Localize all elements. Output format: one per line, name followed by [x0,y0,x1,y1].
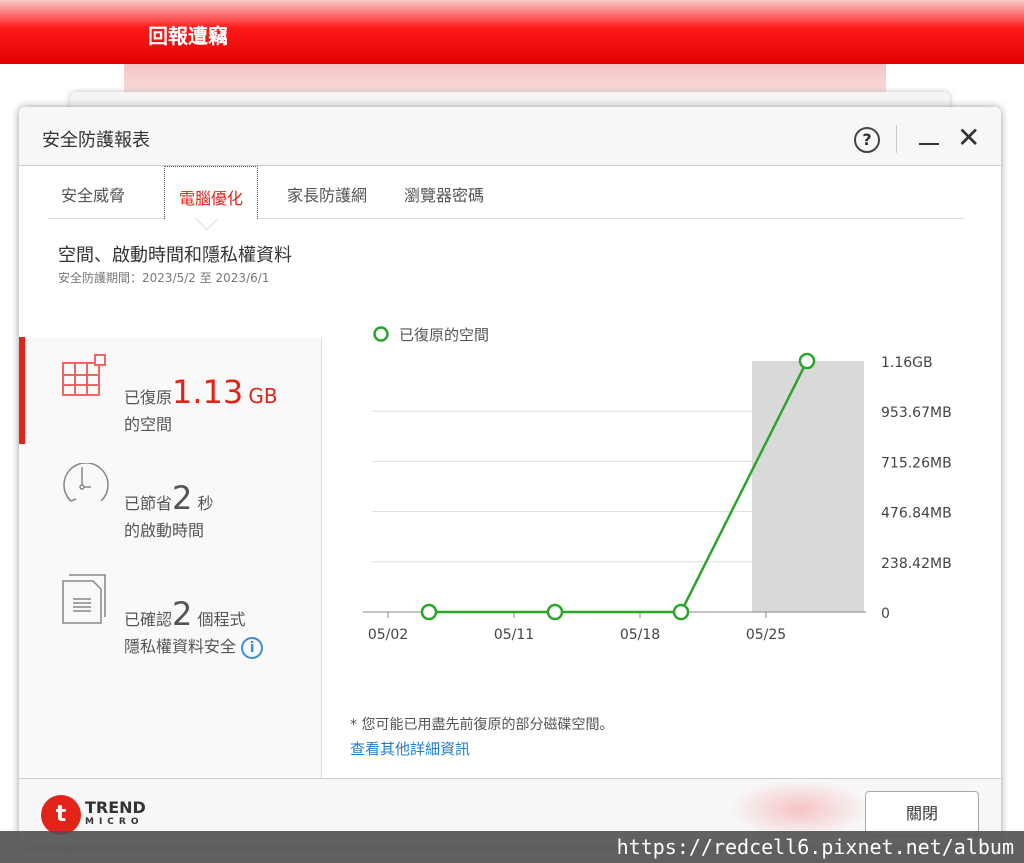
report-dialog: 安全防護報表 ? ✕ 安全威脅 電腦優化 家長防護網 瀏覽器密碼 空間、啟動時間… [19,107,1001,847]
y-tick-label: 1.16GB [881,355,933,371]
minimize-button[interactable] [919,143,939,145]
data-point [672,603,690,621]
privacy-value: 2 [172,595,193,633]
x-tick-label: 05/02 [368,627,408,643]
x-tick-label: 05/18 [620,627,660,643]
space-prefix: 已復原 [124,388,173,407]
period-text: 安全防護期間：2023/5/2 至 2023/6/1 [58,271,270,285]
tab-security-threats[interactable]: 安全威脅 [61,182,125,206]
y-tick-label: 238.42MB [881,556,952,572]
disk-note: * 您可能已用盡先前復原的部分磁碟空間。 [350,717,614,733]
data-point [798,352,816,370]
background-header: 回報遭竊 [0,0,1024,64]
clock-icon [63,463,109,502]
privacy-prefix: 已確認 [124,610,173,629]
x-tick-label: 05/11 [494,627,534,643]
tab-browser-passwords[interactable]: 瀏覽器密碼 [404,182,484,206]
summary-space[interactable]: 已復原1.13 GB 的空間 [19,345,319,455]
legend-marker [373,326,389,342]
tab-parental-controls[interactable]: 家長防護網 [287,182,367,206]
y-tick-label: 953.67MB [881,405,952,421]
footer-glow [729,779,869,839]
document-icon [62,574,106,624]
recovered-space-chart: 已復原的空間 0 238.42MB 476.84MB 715.26MB 953.67MB 1… [363,326,952,643]
space-line1: 已復原1.13 GB [124,373,278,411]
dialog-header: 安全防護報表 ? ✕ [19,107,1001,166]
space-value: 1.13 [172,373,244,411]
close-button[interactable]: 關閉 [865,791,979,836]
dialog-title: 安全防護報表 [42,130,150,151]
boot-prefix: 已節省 [124,494,173,513]
boot-line1: 已節省2 秒 [124,479,213,517]
boot-unit: 秒 [197,494,214,513]
summary-boot-time[interactable]: 已節省2 秒 的啟動時間 [19,455,319,565]
background-title: 回報遭竊 [148,24,228,48]
legend-label: 已復原的空間 [399,326,489,344]
space-line2: 的空間 [124,415,173,434]
privacy-text: 隱私權資料安全 [124,637,237,656]
data-point [546,603,564,621]
series-line [429,360,809,614]
privacy-unit: 個程式 [197,610,246,629]
watermark: https://redcell6.pixnet.net/album [0,831,1024,863]
summary-panel: 已復原1.13 GB 的空間 已節省2 秒 的啟動時間 已確認2 個程式 隱私權… [19,337,322,779]
boot-value: 2 [172,479,193,517]
privacy-line2: 隱私權資料安全 i [124,633,264,659]
trend-micro-logo: t TREND MICRO [41,795,146,835]
summary-privacy[interactable]: 已確認2 個程式 隱私權資料安全 i [19,565,319,675]
more-details-link[interactable]: 查看其他詳細資訊 [350,738,470,759]
help-icon[interactable]: ? [854,127,880,153]
divider [896,125,897,153]
data-point [420,603,438,621]
boot-line2: 的啟動時間 [124,521,205,540]
info-icon[interactable]: i [241,636,264,659]
space-unit: GB [248,384,278,408]
section-title: 空間、啟動時間和隱私權資料 [58,245,292,266]
y-tick-label: 0 [881,606,890,622]
disk-grid-icon [62,354,106,396]
privacy-line1: 已確認2 個程式 [124,595,245,633]
y-tick-label: 476.84MB [881,506,952,522]
tab-bar: 安全威脅 電腦優化 家長防護網 瀏覽器密碼 [48,166,964,219]
highlight-bar [752,361,864,612]
close-icon[interactable]: ✕ [957,121,980,154]
logo-bottom-text: MICRO [85,817,144,827]
y-tick-label: 715.26MB [881,455,952,471]
logo-icon: t [41,795,81,835]
x-tick-label: 05/25 [746,627,786,643]
